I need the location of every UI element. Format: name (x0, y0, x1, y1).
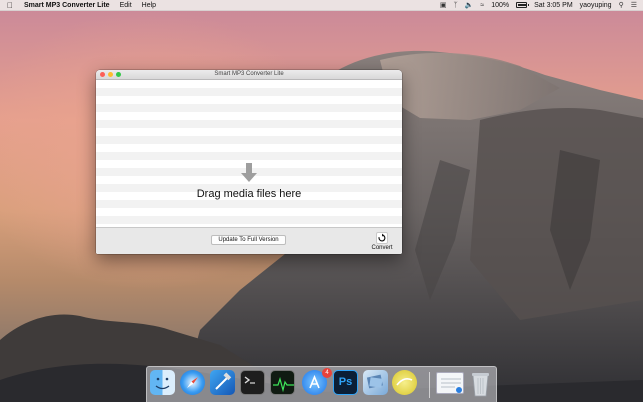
document-icon (441, 378, 462, 393)
zoom-button[interactable] (116, 72, 121, 77)
photos-icon (366, 374, 383, 389)
graph-icon (273, 376, 294, 393)
window-controls (100, 72, 121, 77)
title-bar[interactable]: Smart MP3 Converter Lite (96, 70, 402, 80)
app-window: Smart MP3 Converter Lite Drag media file… (96, 70, 402, 254)
trash-icon[interactable] (468, 369, 493, 397)
compass-needle-icon (187, 377, 198, 388)
minimize-button[interactable] (108, 72, 113, 77)
menu-extras: ▣ ᛉ 🔈 ≈ 100% Sat 3:05 PM yaoyuping ⚲ ☰ (440, 1, 637, 10)
activity-monitor-icon[interactable] (270, 370, 295, 395)
bluetooth-icon[interactable]: ᛉ (453, 1, 457, 10)
finder-face-icon (155, 377, 170, 390)
xcode-icon[interactable] (210, 370, 235, 395)
hammer-icon (215, 372, 232, 390)
app-store-badge: 4 (322, 368, 332, 378)
prompt-icon (244, 376, 255, 384)
convert-button[interactable]: Convert (368, 232, 396, 251)
user-menu[interactable]: yaoyuping (580, 2, 612, 9)
photoshop-icon[interactable]: Ps (333, 370, 358, 395)
window-title: Smart MP3 Converter Lite (214, 71, 284, 77)
safari-icon[interactable] (180, 370, 205, 395)
battery-icon[interactable] (516, 2, 530, 8)
terminal-icon[interactable] (240, 370, 265, 395)
wifi-icon[interactable]: ≈ (480, 1, 484, 10)
update-full-version-button[interactable]: Update To Full Version (211, 235, 286, 245)
edit-menu[interactable]: Edit (120, 2, 132, 9)
notification-center-icon[interactable]: ☰ (631, 1, 637, 10)
bottom-toolbar: Update To Full Version Convert (96, 227, 402, 254)
spotlight-icon[interactable]: ⚲ (619, 1, 624, 10)
apple-menu-icon[interactable]:  (6, 1, 14, 10)
clock[interactable]: Sat 3:05 PM (534, 2, 573, 9)
help-menu[interactable]: Help (142, 2, 156, 9)
arrow-down-icon (241, 163, 257, 182)
trash-can-icon (472, 373, 489, 397)
menu-bar:  Smart MP3 Converter Lite Edit Help ▣ ᛉ… (0, 0, 643, 11)
volume-icon[interactable]: 🔈 (465, 1, 474, 10)
app-menu[interactable]: Smart MP3 Converter Lite (24, 2, 110, 9)
music-wave-icon (396, 378, 413, 386)
preview-icon[interactable] (363, 370, 388, 395)
smart-mp3-converter-icon[interactable] (392, 370, 417, 395)
drop-zone[interactable]: Drag media files here (96, 80, 402, 236)
battery-percent: 100% (491, 1, 510, 9)
finder-icon[interactable] (150, 370, 175, 395)
refresh-icon (376, 232, 388, 244)
cast-icon[interactable]: ▣ (440, 1, 447, 10)
photoshop-label: Ps (338, 376, 353, 388)
mail-doc-icon[interactable] (436, 372, 464, 394)
drop-prompt: Drag media files here (196, 188, 302, 200)
dock-separator (429, 372, 430, 398)
close-button[interactable] (100, 72, 105, 77)
convert-label: Convert (371, 245, 393, 251)
